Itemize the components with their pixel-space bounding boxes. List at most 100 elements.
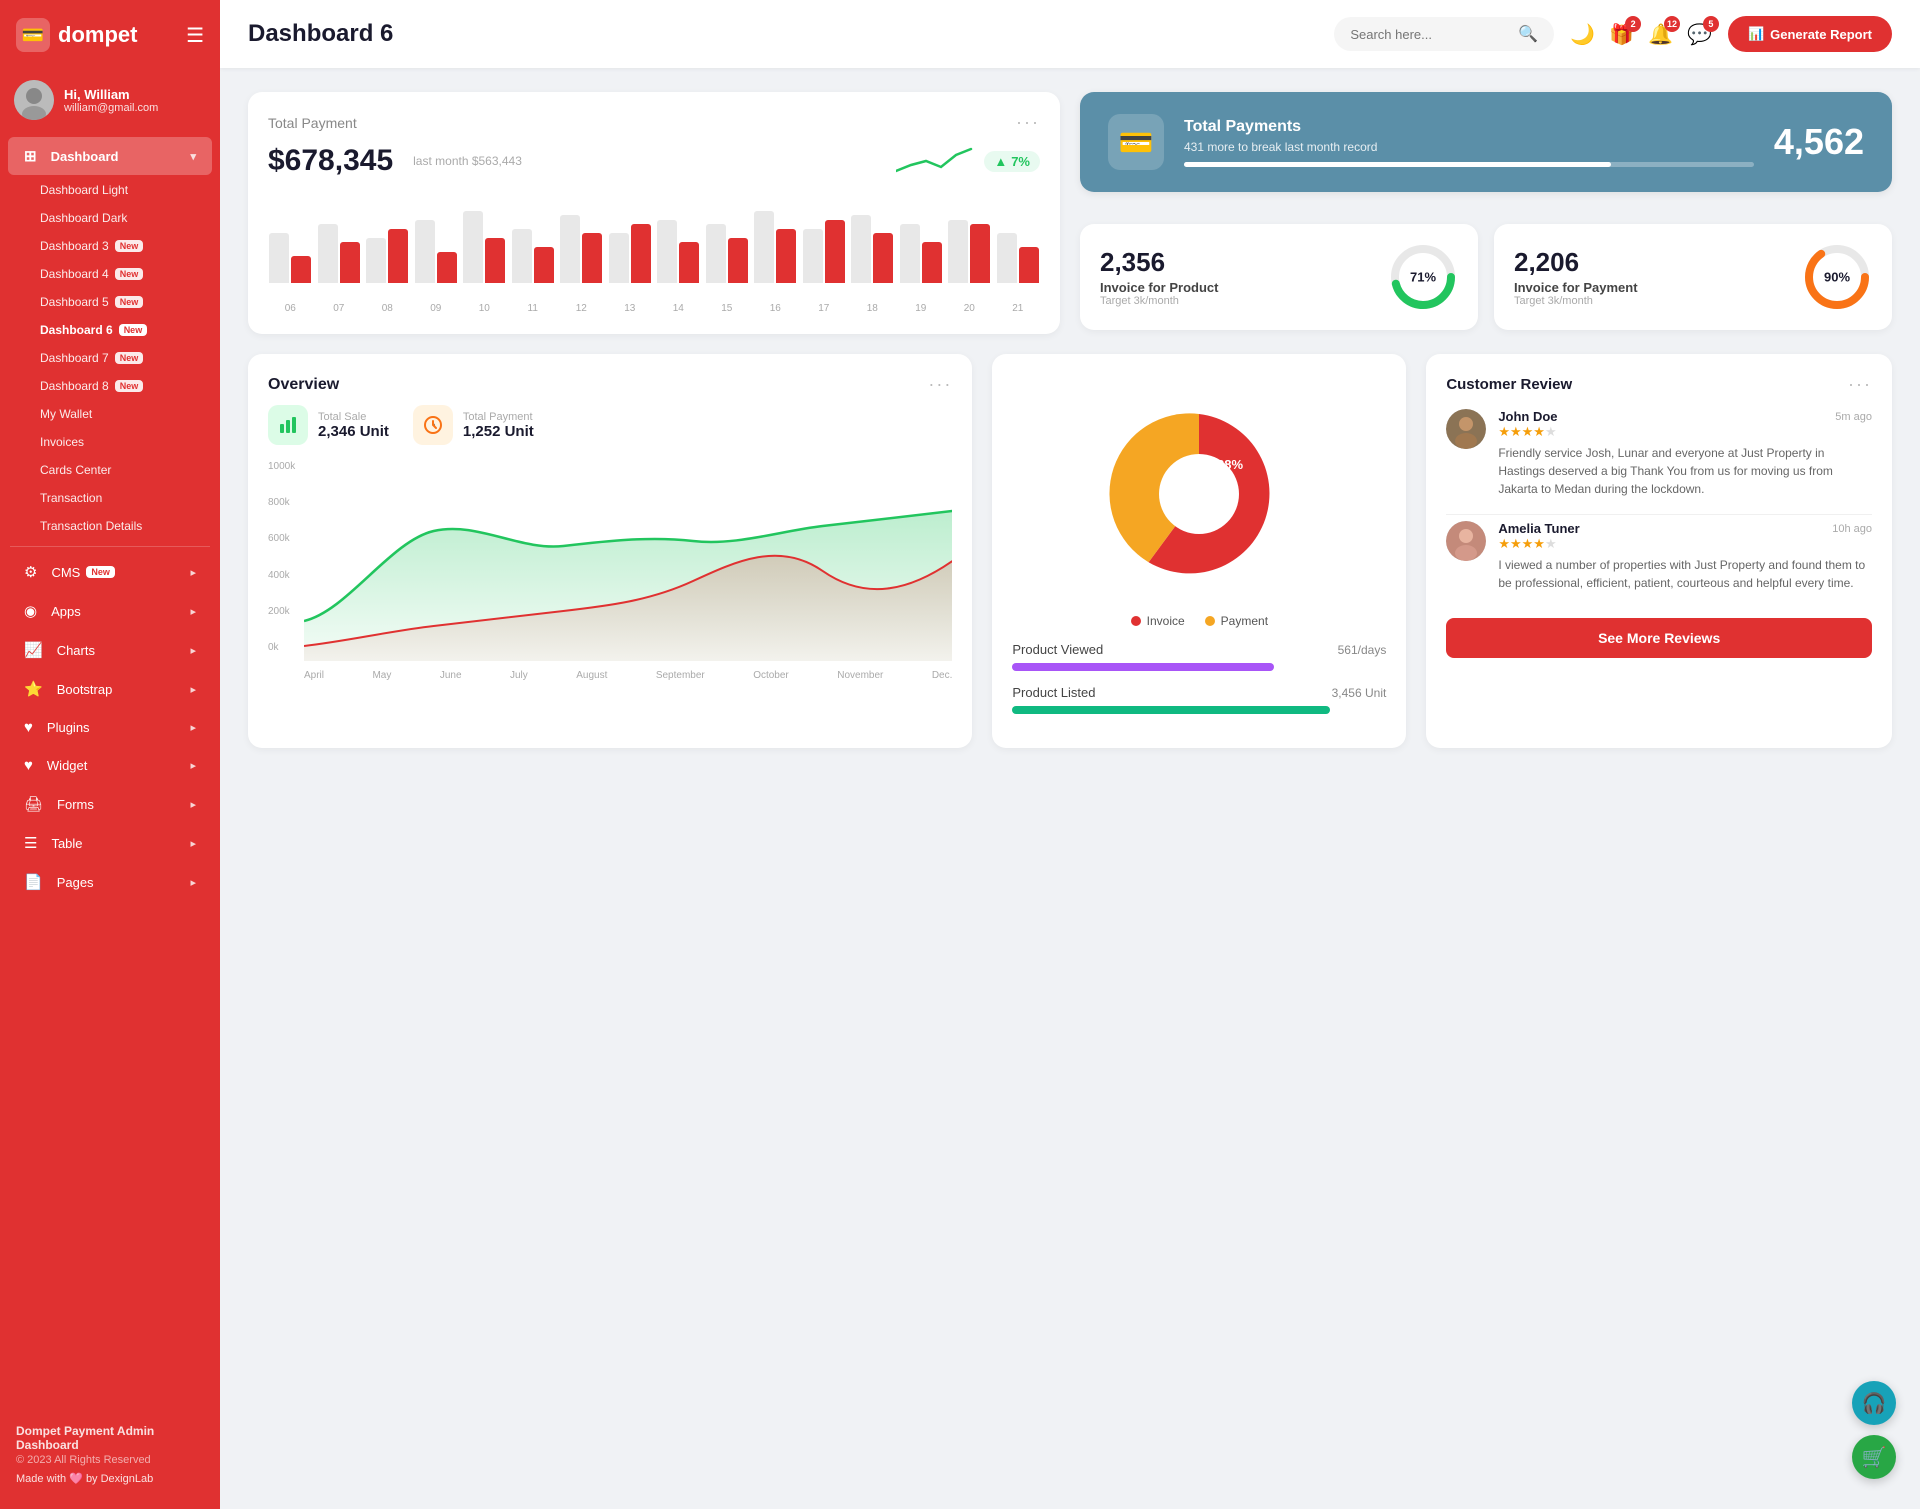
sidebar-item-dashboard-6[interactable]: Dashboard 6 New bbox=[0, 316, 220, 344]
bar-col bbox=[947, 193, 992, 283]
total-payment-chip-value: 1,252 Unit bbox=[463, 423, 534, 440]
svg-text:62%: 62% bbox=[1171, 491, 1200, 507]
pie-legend-payment: Payment bbox=[1205, 614, 1268, 628]
sidebar-item-dashboard-dark[interactable]: Dashboard Dark bbox=[0, 204, 220, 232]
gray-bar bbox=[754, 211, 774, 283]
sidebar-item-transaction[interactable]: Transaction bbox=[0, 484, 220, 512]
invoice-payment-number: 2,206 bbox=[1514, 247, 1638, 278]
support-fab-button[interactable]: 🎧 bbox=[1852, 1381, 1896, 1425]
notification-badge: 12 bbox=[1664, 16, 1680, 32]
review-avatar-john bbox=[1446, 409, 1486, 449]
blue-card-number: 4,562 bbox=[1774, 121, 1864, 163]
chat-button[interactable]: 💬 5 bbox=[1687, 22, 1712, 47]
nav-dashboard-label: Dashboard bbox=[51, 149, 119, 164]
review-stars-john: ★★★★★ bbox=[1498, 424, 1872, 440]
red-bar bbox=[291, 256, 311, 283]
invoice-payment-pct: 90% bbox=[1824, 270, 1850, 285]
product-listed-row: Product Listed 3,456 Unit bbox=[1012, 685, 1386, 700]
red-bar bbox=[679, 242, 699, 283]
bar-x-label: 17 bbox=[802, 303, 847, 314]
sidebar-item-dashboard-5[interactable]: Dashboard 5 New bbox=[0, 288, 220, 316]
nav-cms[interactable]: ⚙ CMS New ▸ bbox=[8, 553, 212, 591]
chevron-right-icon: ▸ bbox=[190, 876, 196, 889]
notification-button[interactable]: 🔔 12 bbox=[1648, 22, 1673, 47]
gray-bar bbox=[366, 238, 386, 283]
product-viewed-label: Product Viewed bbox=[1012, 642, 1103, 657]
bar-x-label: 10 bbox=[462, 303, 507, 314]
sidebar-item-dashboard-8[interactable]: Dashboard 8 New bbox=[0, 372, 220, 400]
theme-toggle-button[interactable]: 🌙 bbox=[1570, 22, 1595, 47]
sidebar-item-transaction-details[interactable]: Transaction Details bbox=[0, 512, 220, 540]
nav-table[interactable]: ☰ Table ▸ bbox=[8, 824, 212, 862]
gray-bar bbox=[997, 233, 1017, 283]
nav-plugins[interactable]: ♥ Plugins ▸ bbox=[8, 709, 212, 746]
nav-apps-label-wrap: ◉ Apps bbox=[24, 602, 190, 620]
dashboard-icon: ⊞ bbox=[24, 147, 37, 165]
blue-card-title: Total Payments bbox=[1184, 118, 1754, 136]
fab-wrap: 🎧 🛒 bbox=[1852, 1381, 1896, 1479]
search-input[interactable] bbox=[1350, 27, 1510, 42]
sidebar-item-my-wallet[interactable]: My Wallet bbox=[0, 400, 220, 428]
review-item-amelia: Amelia Tuner 10h ago ★★★★★ I viewed a nu… bbox=[1446, 521, 1872, 592]
hamburger-icon[interactable]: ☰ bbox=[186, 23, 204, 48]
badge-new: New bbox=[119, 324, 148, 336]
see-more-reviews-button[interactable]: See More Reviews bbox=[1446, 618, 1872, 658]
total-payment-menu[interactable]: ··· bbox=[1016, 112, 1040, 133]
generate-report-label: Generate Report bbox=[1770, 27, 1872, 42]
trend-value: 7% bbox=[1011, 154, 1030, 169]
gray-bar bbox=[948, 220, 968, 283]
generate-report-button[interactable]: 📊 Generate Report bbox=[1728, 16, 1892, 52]
nav-widget-label-wrap: ♥ Widget bbox=[24, 757, 190, 774]
nav-apps[interactable]: ◉ Apps ▸ bbox=[8, 592, 212, 630]
overview-header: Overview ··· bbox=[268, 374, 952, 395]
nav-plugins-label-wrap: ♥ Plugins bbox=[24, 719, 190, 736]
payment-legend-label: Payment bbox=[1221, 614, 1268, 628]
red-bar bbox=[728, 238, 748, 283]
product-listed-label: Product Listed bbox=[1012, 685, 1095, 700]
nav-forms-label-wrap: 🖨 Forms bbox=[24, 795, 190, 813]
nav-widget[interactable]: ♥ Widget ▸ bbox=[8, 747, 212, 784]
nav-cms-label-wrap: ⚙ CMS New bbox=[24, 563, 190, 581]
review-name-row-amelia: Amelia Tuner 10h ago bbox=[1498, 521, 1872, 536]
total-payment-sub: last month $563,443 bbox=[413, 154, 522, 168]
total-payment-top: $678,345 last month $563,443 ▲ 7% bbox=[268, 143, 1040, 179]
sidebar-logo[interactable]: 💳 dompet bbox=[16, 18, 137, 52]
invoice-product-donut: 71% bbox=[1388, 242, 1458, 312]
invoice-dot bbox=[1131, 616, 1141, 626]
forms-icon: 🖨 bbox=[24, 795, 43, 813]
sidebar-item-dashboard-4[interactable]: Dashboard 4 New bbox=[0, 260, 220, 288]
red-bar bbox=[631, 224, 651, 283]
gray-bar bbox=[706, 224, 726, 283]
overview-menu[interactable]: ··· bbox=[928, 374, 952, 395]
nav-widget-label: Widget bbox=[47, 758, 87, 773]
nav-pages[interactable]: 📄 Pages ▸ bbox=[8, 863, 212, 901]
review-time-amelia: 10h ago bbox=[1832, 523, 1872, 535]
sidebar-item-cards-center[interactable]: Cards Center bbox=[0, 456, 220, 484]
nav-dashboard[interactable]: ⊞ Dashboard ▾ bbox=[8, 137, 212, 175]
sidebar-item-dashboard-light[interactable]: Dashboard Light bbox=[0, 176, 220, 204]
red-bar bbox=[776, 229, 796, 283]
gift-button[interactable]: 🎁 2 bbox=[1609, 22, 1634, 47]
product-viewed-value: 561/days bbox=[1338, 643, 1387, 657]
topbar: Dashboard 6 🔍 🌙 🎁 2 🔔 12 💬 5 📊 G bbox=[220, 0, 1920, 68]
sidebar-item-invoices[interactable]: Invoices bbox=[0, 428, 220, 456]
badge-new-cms: New bbox=[86, 566, 115, 578]
gray-bar bbox=[415, 220, 435, 283]
sidebar-footer: Dompet Payment Admin Dashboard © 2023 Al… bbox=[0, 1412, 220, 1489]
nav-forms[interactable]: 🖨 Forms ▸ bbox=[8, 785, 212, 823]
bar-col bbox=[802, 193, 847, 283]
payment-dot bbox=[1205, 616, 1215, 626]
widget-icon: ♥ bbox=[24, 757, 33, 774]
review-menu[interactable]: ··· bbox=[1848, 374, 1872, 395]
sidebar-item-dashboard-7[interactable]: Dashboard 7 New bbox=[0, 344, 220, 372]
chevron-right-icon: ▸ bbox=[190, 644, 196, 657]
blue-card-progress-bar bbox=[1184, 162, 1754, 167]
chevron-right-icon: ▸ bbox=[190, 837, 196, 850]
total-payments-blue-card: 💳 Total Payments 431 more to break last … bbox=[1080, 92, 1892, 192]
nav-charts[interactable]: 📈 Charts ▸ bbox=[8, 631, 212, 669]
svg-text:38%: 38% bbox=[1217, 457, 1243, 472]
bar-col bbox=[753, 193, 798, 283]
cart-fab-button[interactable]: 🛒 bbox=[1852, 1435, 1896, 1479]
nav-bootstrap[interactable]: ⭐ Bootstrap ▸ bbox=[8, 670, 212, 708]
sidebar-item-dashboard-3[interactable]: Dashboard 3 New bbox=[0, 232, 220, 260]
